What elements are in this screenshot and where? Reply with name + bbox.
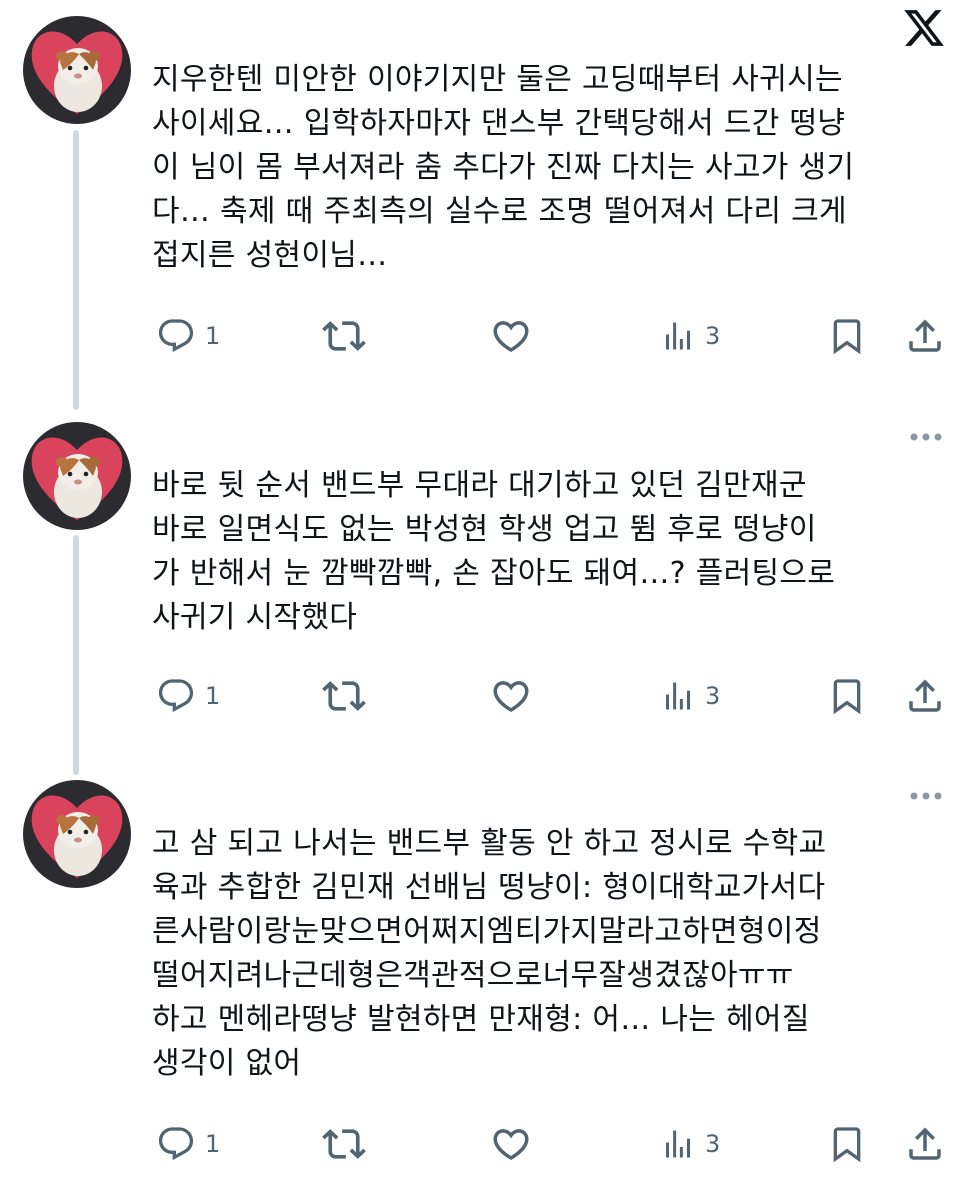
tweet-text: 지우한텐 미안한 이야기지만 둘은 고딩때부터 사귀시는 사이세요… 입학하자마… [152, 58, 952, 278]
bookmark-button[interactable] [827, 314, 867, 358]
tweet-text-line: 가 반해서 눈 깜빡깜빡, 손 잡아도 돼여…? 플러팅으로 [152, 556, 836, 591]
bookmark-button[interactable] [827, 1122, 867, 1166]
views-chart-icon [666, 1130, 690, 1158]
share-icon [909, 319, 941, 352]
like-button[interactable] [490, 1122, 541, 1166]
retweet-icon [322, 321, 366, 351]
tweet-text-line: 생각이 없어 [152, 1046, 302, 1081]
share-icon [909, 1127, 941, 1160]
tweet-text-line: 고 삼 되고 나서는 밴드부 활동 안 하고 정시로 수학교 [152, 826, 827, 861]
bookmark-icon [833, 319, 861, 355]
share-button[interactable] [904, 314, 946, 358]
guinea-pig-avatar-icon [23, 422, 131, 530]
heart-icon [493, 681, 529, 713]
tweet-text-line: 하고 멘헤라떵냥 발현하면 만재형: 어… 나는 헤어질 [152, 1002, 810, 1037]
reply-icon [158, 319, 194, 353]
tweet-text-line: 지우한텐 미안한 이야기지만 둘은 고딩때부터 사귀시는 [152, 62, 843, 97]
reply-icon [158, 1127, 194, 1161]
tweet-text-line: 바로 일면식도 없는 박성현 학생 업고 뜀 후로 떵냥이 [152, 512, 817, 547]
tweet-text-line: 육과 추합한 김민재 선배님 떵냥이: 형이대학교가서다 [152, 870, 826, 905]
tweet-text-line: 사귀기 시작했다 [152, 600, 358, 635]
heart-icon [493, 321, 529, 353]
reply-icon [158, 679, 194, 713]
reply-count: 1 [205, 682, 221, 710]
more-options-icon[interactable] [906, 788, 946, 804]
guinea-pig-avatar-icon [23, 780, 131, 888]
tweet-actions: 1 3 [0, 314, 970, 358]
tweet-text: 고 삼 되고 나서는 밴드부 활동 안 하고 정시로 수학교 육과 추합한 김민… [152, 822, 952, 1086]
retweet-icon [322, 681, 366, 711]
views-button[interactable]: 3 [660, 314, 720, 358]
bookmark-icon [833, 1127, 861, 1163]
retweet-button[interactable] [322, 1122, 375, 1166]
heart-icon [493, 1129, 529, 1161]
guinea-pig-avatar-icon [23, 16, 131, 124]
tweet-text-line: 접지른 성현이님… [152, 238, 388, 273]
avatar[interactable] [23, 780, 131, 888]
share-button[interactable] [904, 1122, 946, 1166]
share-icon [909, 679, 941, 712]
retweet-icon [322, 1129, 366, 1159]
avatar[interactable] [23, 16, 131, 124]
tweet-text-line: 다… 축제 때 주최측의 실수로 조명 떨어져서 다리 크게 [152, 194, 847, 229]
tweet-actions: 1 3 [0, 674, 970, 718]
share-button[interactable] [904, 674, 946, 718]
like-button[interactable] [490, 314, 541, 358]
thread-line [73, 535, 79, 775]
reply-button[interactable]: 1 [156, 674, 220, 718]
bookmark-icon [833, 679, 861, 715]
reply-count: 1 [205, 1130, 221, 1158]
reply-button[interactable]: 1 [156, 1122, 220, 1166]
tweet-actions: 1 3 [0, 1122, 970, 1166]
thread-line [73, 130, 79, 410]
views-count: 3 [705, 1130, 721, 1158]
tweet-text-line: 떨어지려나근데형은객관적으로너무잘생겼잖아ㅠㅠ [152, 958, 794, 993]
bookmark-button[interactable] [827, 674, 867, 718]
more-options-icon[interactable] [906, 429, 946, 445]
views-chart-icon [666, 682, 690, 710]
views-button[interactable]: 3 [660, 674, 720, 718]
tweet-text: 바로 뒷 순서 밴드부 무대라 대기하고 있던 김만재군 바로 일면식도 없는 … [152, 464, 952, 640]
reply-count: 1 [205, 322, 221, 350]
retweet-button[interactable] [322, 314, 375, 358]
views-chart-icon [666, 322, 690, 350]
x-logo-icon[interactable] [902, 6, 946, 50]
tweet-text-line: 사이세요… 입학하자마자 댄스부 간택당해서 드간 떵냥 [152, 106, 846, 141]
avatar[interactable] [23, 422, 131, 530]
tweet-text-line: 이 님이 몸 부서져라 춤 추다가 진짜 다치는 사고가 생기 [152, 150, 855, 185]
views-count: 3 [705, 322, 721, 350]
like-button[interactable] [490, 674, 541, 718]
views-button[interactable]: 3 [660, 1122, 720, 1166]
retweet-button[interactable] [322, 674, 375, 718]
reply-button[interactable]: 1 [156, 314, 220, 358]
tweet-text-line: 바로 뒷 순서 밴드부 무대라 대기하고 있던 김만재군 [152, 468, 807, 503]
views-count: 3 [705, 682, 721, 710]
tweet-text-line: 른사람이랑눈맞으면어쩌지엠티가지말라고하면형이정 [152, 914, 822, 949]
